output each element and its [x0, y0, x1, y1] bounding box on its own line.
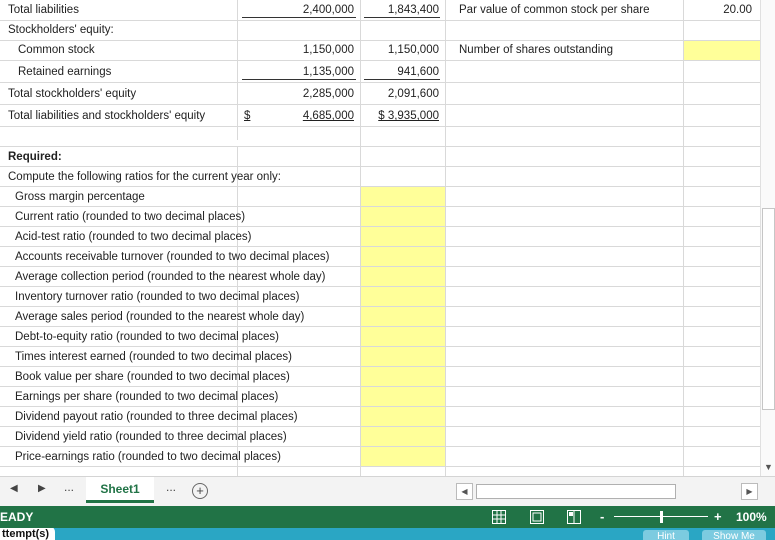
row-line — [0, 104, 760, 105]
par-value-label: Par value of common stock per share — [459, 4, 650, 16]
total-equity-prior: 2,091,600 — [387, 88, 439, 100]
zoom-slider-thumb[interactable] — [660, 511, 663, 523]
prev-sheet-arrow-icon[interactable]: ◀ — [10, 483, 18, 494]
total-liabilities-prior: 1,843,400 — [387, 4, 439, 16]
add-sheet-icon[interactable]: + — [192, 483, 208, 499]
required-heading: Required: — [8, 151, 62, 163]
total-liab-equity-current: 4,685,000 — [302, 110, 354, 122]
ratio-label: Average sales period (rounded to the nea… — [15, 311, 305, 323]
required-instruction: Compute the following ratios for the cur… — [8, 171, 281, 183]
common-stock-prior: 1,150,000 — [387, 44, 439, 56]
show-me-button[interactable]: Show Me — [702, 530, 766, 540]
col-divider — [445, 0, 446, 476]
ratio-label: Acid-test ratio (rounded to two decimal … — [15, 231, 252, 243]
bottom-toolbar: ttempt(s) Hint Show Me — [0, 528, 775, 540]
ratio-label: Price-earnings ratio (rounded to two dec… — [15, 451, 281, 463]
zoom-out-button[interactable]: - — [600, 506, 604, 528]
row-line — [0, 60, 760, 61]
total-equity-current: 2,285,000 — [302, 88, 354, 100]
horizontal-scrollbar[interactable]: ◀ ▶ — [456, 483, 758, 500]
ratio-label: Inventory turnover ratio (rounded to two… — [15, 291, 300, 303]
ratio-label: Current ratio (rounded to two decimal pl… — [15, 211, 246, 223]
horizontal-scroll-thumb[interactable] — [476, 484, 676, 499]
page-break-view-icon[interactable] — [567, 510, 581, 524]
row-line — [0, 146, 760, 147]
ratio-label: Debt-to-equity ratio (rounded to two dec… — [15, 331, 279, 343]
dollar-sign: $ — [244, 110, 251, 122]
row-label-total-stockholders-equity: Total stockholders' equity — [8, 88, 137, 100]
zoom-in-button[interactable]: + — [714, 506, 722, 528]
row-label-retained-earnings: Retained earnings — [18, 66, 112, 78]
shares-outstanding-label: Number of shares outstanding — [459, 44, 614, 56]
tab-sheet1[interactable]: Sheet1 — [86, 477, 154, 503]
total-liabilities-current: 2,400,000 — [302, 4, 354, 16]
vertical-scrollbar[interactable]: ▼ — [760, 0, 775, 476]
status-text: EADY — [0, 510, 34, 524]
ratio-label: Dividend payout ratio (rounded to three … — [15, 411, 298, 423]
zoom-level[interactable]: 100% — [736, 506, 767, 528]
scroll-down-arrow-icon[interactable]: ▼ — [764, 462, 773, 472]
scroll-right-arrow-icon[interactable]: ▶ — [741, 483, 758, 500]
retained-earnings-prior: 941,600 — [397, 66, 439, 78]
sheet-tab-bar: ◀ ▶ ... Sheet1 ... + ◀ ▶ — [0, 476, 775, 506]
common-stock-current: 1,150,000 — [302, 44, 354, 56]
more-sheets-right-button[interactable]: ... — [166, 480, 176, 494]
row-label-total-liabilities-and-equity: Total liabilities and stockholders' equi… — [8, 110, 206, 122]
total-liab-equity-prior: $ 3,935,000 — [378, 110, 439, 122]
page-layout-view-icon[interactable] — [530, 510, 544, 524]
ratio-label: Gross margin percentage — [15, 191, 145, 203]
normal-view-icon[interactable] — [492, 510, 506, 524]
ratio-label: Accounts receivable turnover (rounded to… — [15, 251, 330, 263]
ratio-label: Book value per share (rounded to two dec… — [15, 371, 290, 383]
ratio-label: Dividend yield ratio (rounded to three d… — [15, 431, 287, 443]
more-sheets-left-button[interactable]: ... — [64, 480, 74, 494]
row-line — [0, 20, 760, 21]
retained-earnings-current: 1,135,000 — [302, 66, 354, 78]
row-label-total-liabilities: Total liabilities — [8, 4, 79, 16]
vertical-scroll-thumb[interactable] — [762, 208, 775, 410]
hint-button[interactable]: Hint — [643, 530, 689, 540]
ratio-label: Earnings per share (rounded to two decim… — [15, 391, 279, 403]
row-label-stockholders-equity: Stockholders' equity: — [8, 24, 114, 36]
spreadsheet-grid[interactable]: Total liabilities 2,400,000 1,843,400 St… — [0, 0, 760, 476]
par-value-value: 20.00 — [723, 4, 752, 16]
col-divider — [237, 0, 238, 140]
ratio-label: Average collection period (rounded to th… — [15, 271, 326, 283]
col-divider — [683, 0, 684, 476]
scroll-left-arrow-icon[interactable]: ◀ — [456, 483, 473, 500]
attempts-label: ttempt(s) — [0, 528, 56, 540]
ratio-label: Times interest earned (rounded to two de… — [15, 351, 292, 363]
status-bar: EADY - + 100% — [0, 506, 775, 528]
shares-outstanding-value[interactable] — [690, 40, 752, 60]
row-line — [0, 126, 760, 127]
next-sheet-arrow-icon[interactable]: ▶ — [38, 483, 46, 494]
row-line — [0, 82, 760, 83]
row-label-common-stock: Common stock — [18, 44, 95, 56]
